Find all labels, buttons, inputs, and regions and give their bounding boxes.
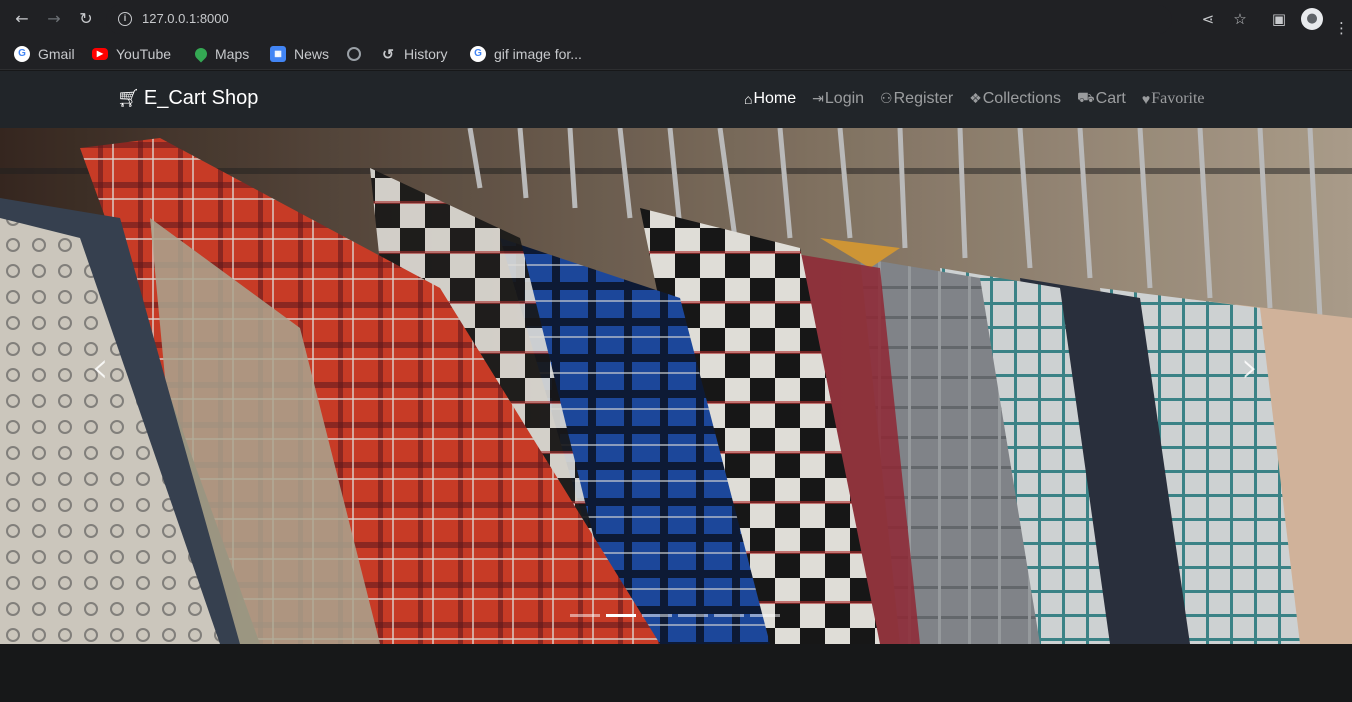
nav-cart[interactable]: ⛟ Cart	[1077, 89, 1126, 108]
browser-menu-icon[interactable]: ⋮	[1334, 18, 1352, 38]
profile-avatar-icon[interactable]: ●	[1301, 8, 1323, 30]
forward-arrow-icon[interactable]: →	[44, 9, 64, 29]
share-icon[interactable]: ⋖	[1198, 9, 1218, 29]
bookmark-label: gif image for...	[494, 46, 582, 62]
side-panel-icon[interactable]: ▣	[1269, 9, 1289, 29]
bookmark-label: Gmail	[38, 46, 75, 62]
users-icon: ⚇	[880, 90, 893, 106]
nav-register[interactable]: ⚇ Register	[880, 90, 953, 108]
carousel-indicator[interactable]	[570, 614, 600, 617]
carousel-indicators	[570, 614, 786, 617]
maps-icon	[192, 45, 210, 63]
brand-link[interactable]: 🛒︎ E_Cart Shop	[117, 87, 258, 110]
nav-label: Home	[753, 89, 797, 107]
site-info-icon[interactable]: i	[118, 12, 132, 26]
address-url[interactable]: 127.0.0.1:8000	[142, 11, 229, 26]
bookmark-maps[interactable]: Maps	[192, 44, 250, 64]
history-icon: ↺	[382, 46, 394, 62]
site-navbar: 🛒︎ E_Cart Shop ⌂ Home ⇥ Login ⚇ Register…	[0, 71, 1352, 128]
google-icon: G	[14, 46, 30, 62]
carousel-indicator[interactable]	[642, 614, 672, 617]
cubes-icon: ❖	[969, 90, 982, 106]
back-arrow-icon[interactable]: ←	[12, 9, 32, 29]
youtube-icon: ▶	[92, 48, 108, 60]
news-icon: ▦	[270, 46, 286, 62]
carousel-prev-button[interactable]: ‹	[80, 338, 120, 398]
carousel-indicator[interactable]	[714, 614, 744, 617]
nav-login[interactable]: ⇥ Login	[812, 90, 864, 108]
bookmark-history[interactable]: ↺ History	[380, 44, 448, 64]
carousel-indicator-active[interactable]	[606, 614, 636, 617]
cart-icon: ⛟	[1077, 89, 1095, 105]
carousel-next-button[interactable]: ›	[1230, 338, 1270, 398]
bookmark-label: Maps	[215, 46, 250, 62]
bookmark-news[interactable]: ▦ News	[270, 44, 329, 64]
reload-icon[interactable]: ↻	[76, 9, 96, 29]
carousel-indicator[interactable]	[750, 614, 780, 617]
heart-icon: ♥	[1141, 90, 1151, 107]
nav-collections[interactable]: ❖ Collections	[969, 90, 1061, 108]
nav-menu: ⌂ Home ⇥ Login ⚇ Register ❖ Collections …	[744, 89, 1221, 108]
bookmark-youtube[interactable]: ▶ YouTube	[92, 44, 171, 64]
carousel-slide-image	[0, 128, 1352, 644]
bookmark-label: News	[294, 46, 330, 62]
carousel-indicator[interactable]	[678, 614, 708, 617]
brand-name: E_Cart Shop	[143, 87, 259, 109]
bookmark-star-icon[interactable]: ☆	[1230, 9, 1250, 29]
home-icon: ⌂	[744, 90, 753, 107]
sign-in-icon: ⇥	[812, 90, 824, 106]
address-bar[interactable]: i 127.0.0.1:8000	[106, 5, 1172, 34]
nav-label: Favorite	[1151, 89, 1205, 107]
bookmarks-bar: G Gmail ▶ YouTube Maps ▦ News ↺ History …	[0, 38, 1352, 70]
bookmark-gmail[interactable]: G Gmail	[14, 44, 75, 64]
nav-favorite[interactable]: ♥ Favorite	[1142, 90, 1205, 108]
page-body	[0, 644, 1352, 702]
bookmark-globe[interactable]	[347, 44, 369, 64]
globe-icon	[347, 47, 361, 61]
hero-carousel: ‹ ›	[0, 128, 1352, 644]
nav-label: Register	[893, 89, 954, 107]
bookmark-label: History	[404, 46, 448, 62]
shopping-cart-icon: 🛒︎	[117, 88, 140, 108]
bookmark-gif-image[interactable]: G gif image for...	[470, 44, 582, 64]
browser-toolbar: ← → ↻ i 127.0.0.1:8000 ⋖ ☆ ▣ ● ⋮	[0, 0, 1352, 38]
nav-label: Cart	[1095, 89, 1126, 107]
nav-label: Collections	[982, 89, 1062, 107]
bookmark-label: YouTube	[116, 46, 172, 62]
nav-home[interactable]: ⌂ Home	[744, 90, 796, 108]
google-icon: G	[470, 46, 486, 62]
nav-label: Login	[824, 89, 865, 107]
